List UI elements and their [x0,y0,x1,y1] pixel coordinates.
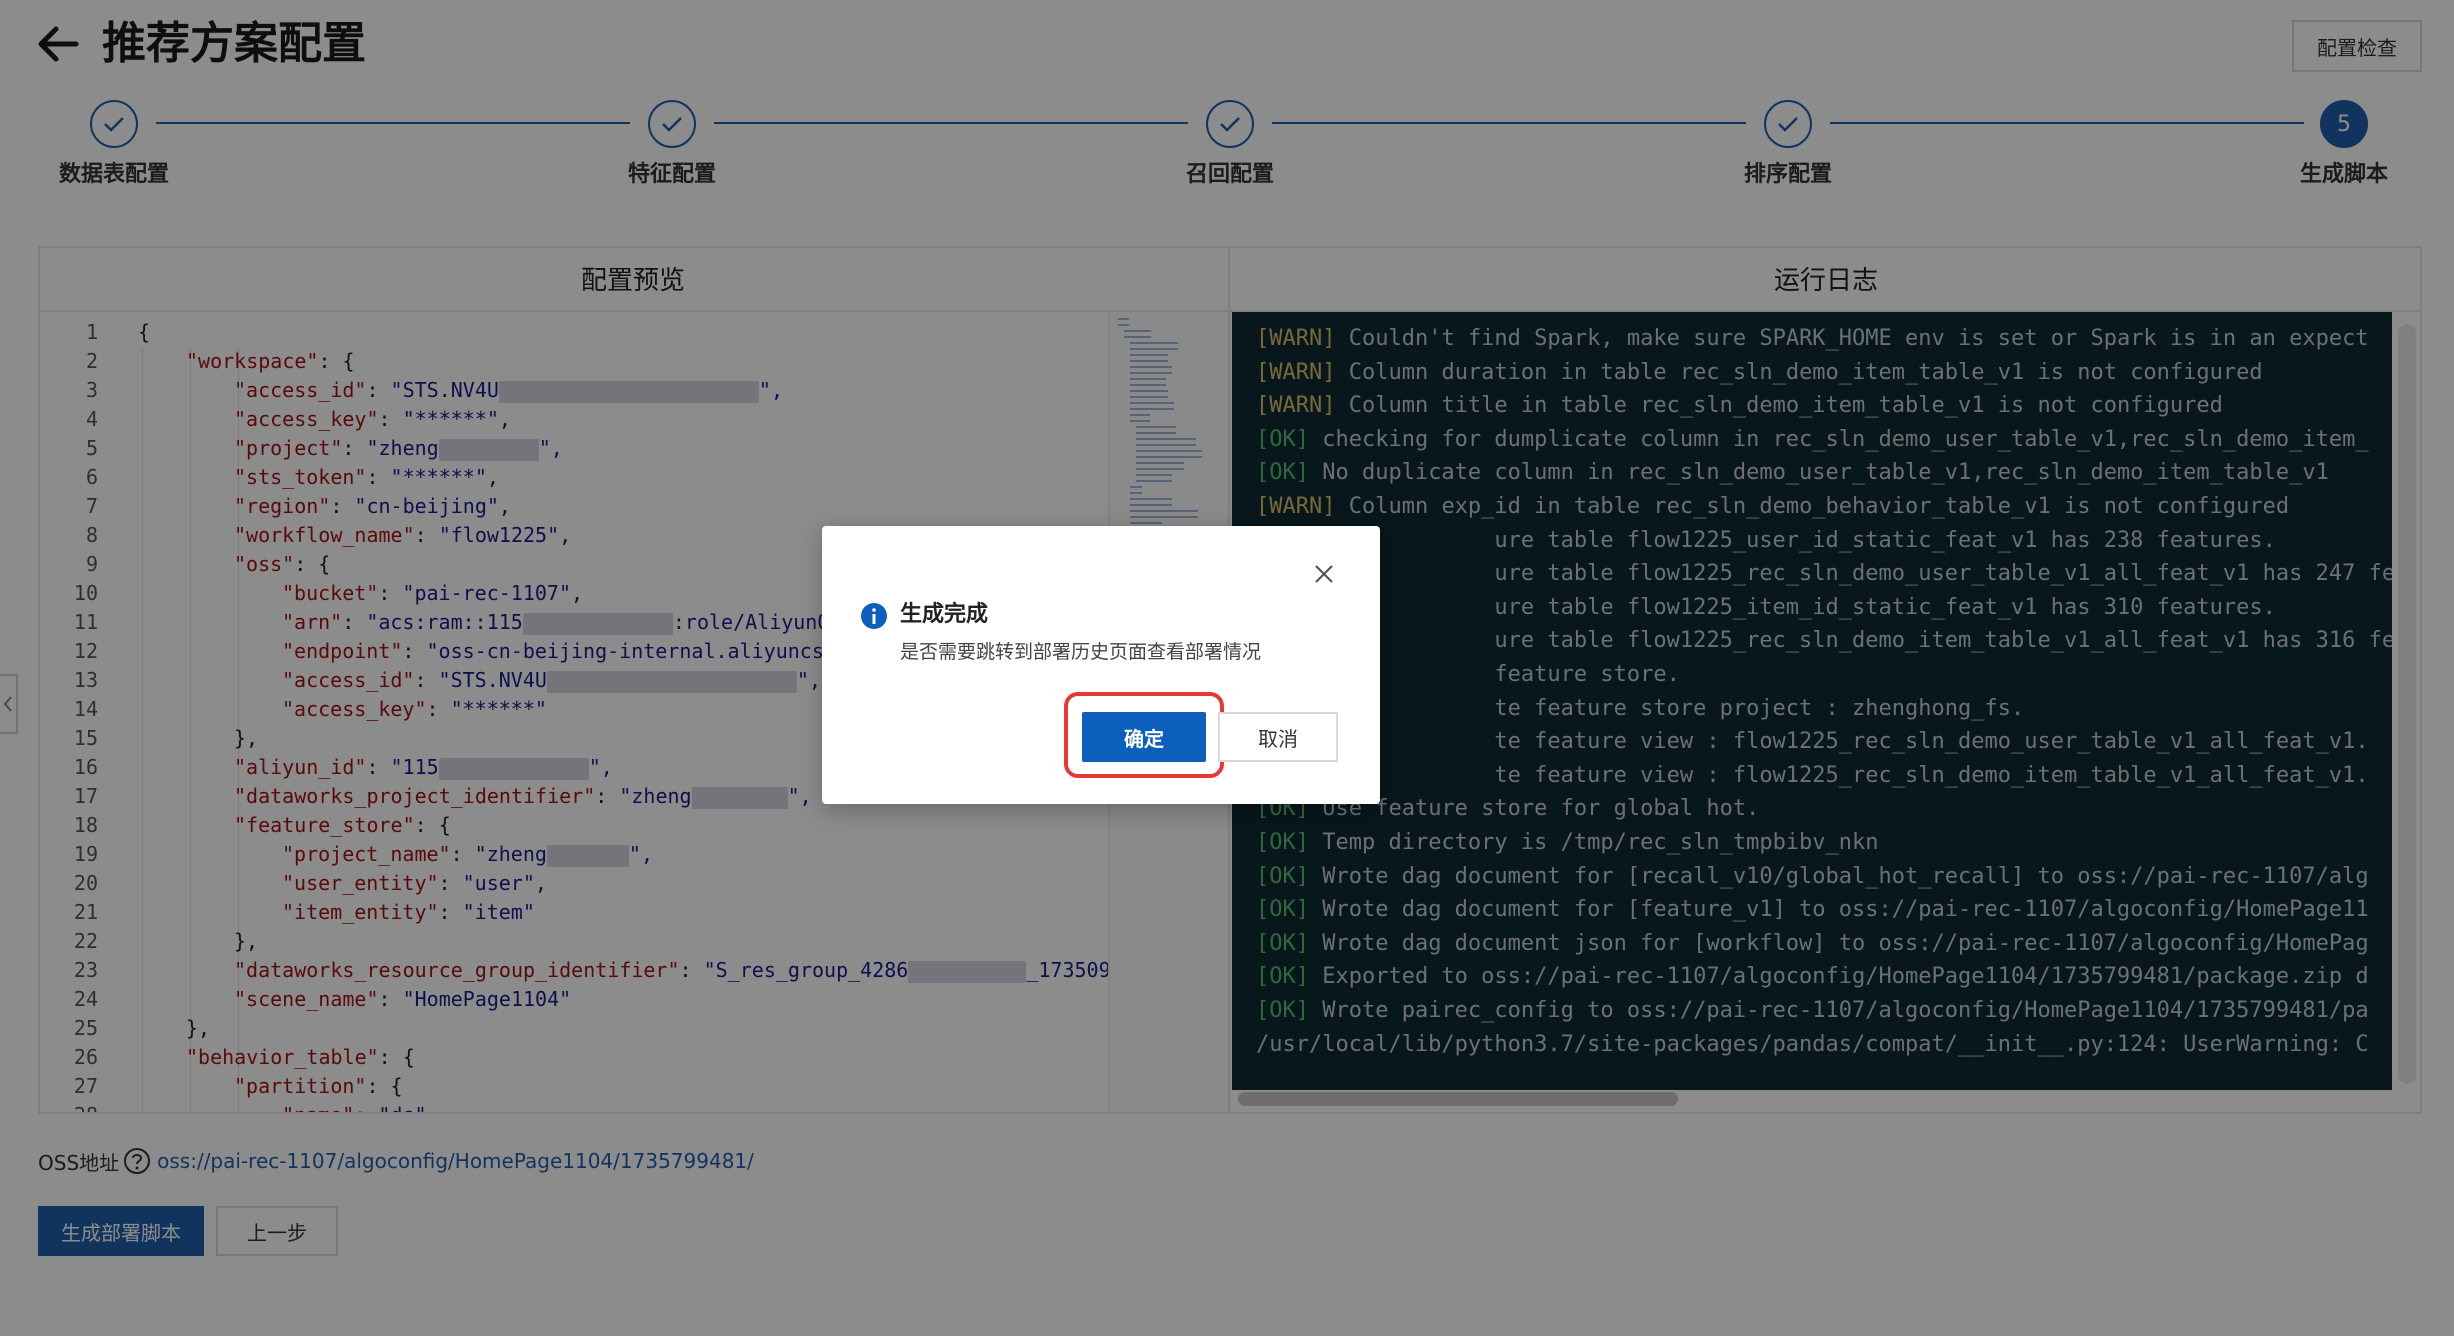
dialog-message: 是否需要跳转到部署历史页面查看部署情况 [900,641,1262,663]
cancel-button[interactable]: 取消 [1218,712,1338,762]
completion-dialog: 生成完成 是否需要跳转到部署历史页面查看部署情况 确定 取消 [822,526,1380,804]
confirm-button[interactable]: 确定 [1082,712,1206,762]
dialog-title: 生成完成 [900,602,989,627]
close-icon[interactable] [1312,562,1336,586]
info-icon [861,603,887,629]
